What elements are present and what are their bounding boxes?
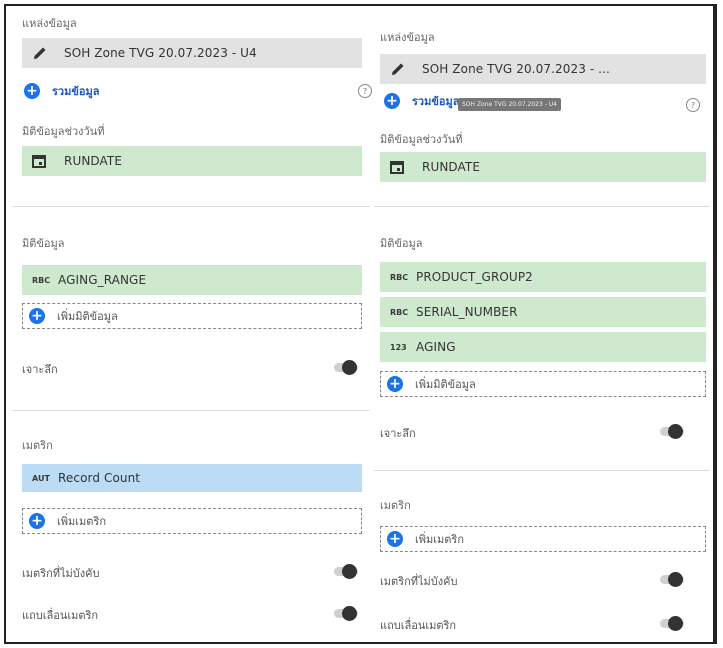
add-dimension-label: เพิ่มมิติข้อมูล	[57, 310, 118, 323]
optional-metrics-label: เมตริกที่ไม่บังคับ	[380, 575, 458, 588]
dimension-chip[interactable]: 123 AGING	[380, 332, 706, 362]
toggle-knob	[668, 572, 683, 587]
section-divider	[12, 410, 370, 411]
optional-metrics-toggle[interactable]	[656, 572, 686, 587]
section-divider	[12, 206, 370, 207]
section-divider	[374, 206, 710, 207]
add-dimension-button[interactable]: + เพิ่มมิติข้อมูล	[22, 303, 362, 329]
add-metric-button[interactable]: + เพิ่มเมตริก	[380, 526, 706, 552]
toggle-knob	[342, 360, 357, 375]
dimension-label: มิติข้อมูล	[22, 237, 65, 250]
plus-icon: +	[387, 531, 403, 547]
number-type-icon: 123	[390, 342, 407, 352]
metric-name: Record Count	[58, 471, 141, 485]
metric-slider-toggle[interactable]	[656, 616, 686, 631]
add-metric-button[interactable]: + เพิ่มเมตริก	[22, 508, 362, 534]
pencil-icon[interactable]	[390, 61, 408, 77]
text-type-icon: RBC	[390, 307, 409, 317]
add-dimension-label: เพิ่มมิติข้อมูล	[415, 378, 476, 391]
plus-icon: +	[384, 93, 400, 109]
dimension-chip[interactable]: RBC SERIAL_NUMBER	[380, 297, 706, 327]
metric-label: เมตริก	[22, 439, 53, 452]
metric-slider-label: แถบเลื่อนเมตริก	[22, 609, 99, 622]
add-dimension-button[interactable]: + เพิ่มมิติข้อมูล	[380, 371, 706, 397]
drill-down-label: เจาะลึก	[22, 363, 58, 376]
plus-icon: +	[24, 83, 40, 99]
plus-icon: +	[29, 308, 45, 324]
date-dimension-chip[interactable]: RUNDATE	[380, 152, 706, 182]
data-source-chip[interactable]: SOH Zone TVG 20.07.2023 - ...	[380, 54, 706, 84]
section-divider	[374, 470, 710, 471]
data-source-name: SOH Zone TVG 20.07.2023 - U4	[64, 46, 257, 60]
blend-data-link[interactable]: + รวมข้อมูล	[24, 82, 99, 100]
data-source-chip[interactable]: SOH Zone TVG 20.07.2023 - U4	[22, 38, 362, 68]
blend-data-label: รวมข้อมูล	[52, 85, 100, 98]
calendar-icon	[32, 154, 50, 168]
metric-slider-toggle[interactable]	[330, 606, 360, 621]
plus-icon: +	[387, 376, 403, 392]
dimension-name: PRODUCT_GROUP2	[416, 270, 533, 284]
data-source-label: แหล่งข้อมูล	[22, 17, 77, 30]
metric-chip[interactable]: AUT Record Count	[22, 464, 362, 492]
add-metric-label: เพิ่มเมตริก	[57, 515, 106, 528]
dimension-name: AGING_RANGE	[58, 273, 147, 287]
toggle-knob	[342, 564, 357, 579]
date-dimension-name: RUNDATE	[64, 154, 123, 168]
drill-down-toggle[interactable]	[656, 424, 686, 439]
dimension-name: SERIAL_NUMBER	[416, 305, 518, 319]
data-source-tooltip: SOH Zone TVG 20.07.2023 - U4	[458, 98, 562, 111]
dimension-chip[interactable]: RBC AGING_RANGE	[22, 265, 362, 295]
help-icon[interactable]: ?	[686, 98, 700, 112]
dimension-chip[interactable]: RBC PRODUCT_GROUP2	[380, 262, 706, 292]
help-icon[interactable]: ?	[358, 84, 372, 98]
metric-label: เมตริก	[380, 499, 411, 512]
calendar-icon	[390, 160, 408, 174]
dimension-label: มิติข้อมูล	[380, 237, 423, 250]
date-dimension-label: มิติข้อมูลช่วงวันที่	[22, 125, 105, 138]
text-type-icon: RBC	[390, 272, 409, 282]
pencil-icon[interactable]	[32, 45, 50, 61]
data-source-name: SOH Zone TVG 20.07.2023 - ...	[422, 62, 610, 76]
auto-type-icon: AUT	[32, 473, 50, 483]
date-dimension-name: RUNDATE	[422, 160, 481, 174]
toggle-knob	[342, 606, 357, 621]
data-setup-panel: แหล่งข้อมูล SOH Zone TVG 20.07.2023 - U4…	[4, 4, 717, 644]
blend-data-label: รวมข้อมูล	[412, 95, 460, 108]
metric-slider-label: แถบเลื่อนเมตริก	[380, 619, 457, 632]
add-metric-label: เพิ่มเมตริก	[415, 533, 464, 546]
blend-data-link[interactable]: + รวมข้อมูล	[384, 92, 459, 110]
optional-metrics-label: เมตริกที่ไม่บังคับ	[22, 567, 100, 580]
data-source-label: แหล่งข้อมูล	[380, 31, 435, 44]
plus-icon: +	[29, 513, 45, 529]
date-dimension-label: มิติข้อมูลช่วงวันที่	[380, 133, 463, 146]
drill-down-label: เจาะลึก	[380, 427, 416, 440]
dimension-name: AGING	[416, 340, 456, 354]
toggle-knob	[668, 424, 683, 439]
date-dimension-chip[interactable]: RUNDATE	[22, 146, 362, 176]
drill-down-toggle[interactable]	[330, 360, 360, 375]
text-type-icon: RBC	[32, 275, 51, 285]
optional-metrics-toggle[interactable]	[330, 564, 360, 579]
toggle-knob	[668, 616, 683, 631]
